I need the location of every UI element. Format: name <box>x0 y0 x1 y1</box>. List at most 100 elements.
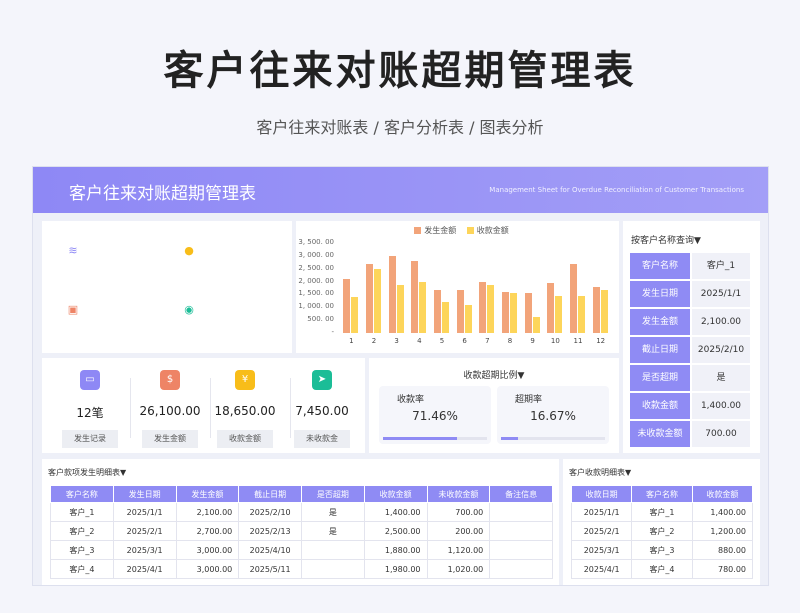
ratio-title[interactable]: 收款超期比例▼ <box>369 368 619 381</box>
table-cell: 客户_3 <box>631 540 693 560</box>
stat-value: 26,100.00 <box>139 404 201 418</box>
bar-occurred-10[interactable] <box>547 282 555 333</box>
stat-label[interactable]: 发生记录 <box>62 430 118 448</box>
banner-title: 客户往来对账超期管理表 <box>69 184 256 204</box>
table-row[interactable]: 2025/1/1 客户_1 1,400.00 <box>570 502 754 522</box>
query-row: 未收款金额 700.00 <box>630 421 750 447</box>
bar-received-5[interactable] <box>442 301 449 333</box>
query-key: 截止日期 <box>630 337 690 363</box>
bar-occurred-6[interactable] <box>456 289 464 333</box>
bar-received-3[interactable] <box>396 284 404 333</box>
table-row[interactable]: 客户_4 2025/4/1 3,000.00 2025/5/11 1,980.00 1,0… <box>50 559 553 579</box>
ratio-progress-track <box>383 437 487 440</box>
bar-received-4[interactable] <box>419 282 427 333</box>
table-cell <box>489 502 553 522</box>
kpi-value: 2笔 <box>112 262 134 277</box>
bar-received-8[interactable] <box>510 292 517 333</box>
query-key: 未收款金额 <box>630 421 690 447</box>
bar-occurred-1[interactable] <box>343 279 351 333</box>
kpi-value: 950.00 <box>216 317 262 332</box>
table-cell: 是 <box>301 521 365 541</box>
kpi-label: 超期记录 <box>104 243 141 253</box>
kpi-tile-overdue-amount[interactable]: ● 超期金额 900.00 <box>168 229 276 283</box>
bar-received-2[interactable] <box>374 268 381 333</box>
bar-occurred-8[interactable] <box>502 291 509 333</box>
kpi-tile-due-this-month[interactable]: ◉ 本月到期 950.00 <box>168 288 276 342</box>
bar-occurred-11[interactable] <box>570 263 577 333</box>
bar-received-9[interactable] <box>532 316 540 333</box>
page-subtitle: 客户往来对账表 / 客户分析表 / 图表分析 <box>256 118 544 137</box>
x-tick-label: 7 <box>485 337 490 345</box>
query-value: 2025/2/10 <box>692 337 750 363</box>
bar-received-12[interactable] <box>600 289 608 333</box>
query-row: 发生日期 2025/1/1 <box>630 281 750 307</box>
bar-occurred-3[interactable] <box>388 255 396 333</box>
table-cell: 客户_4 <box>631 559 693 579</box>
table-row[interactable]: 客户_1 2025/1/1 2,100.00 2025/2/10 是 1,400.00 70… <box>50 502 553 522</box>
stat-label[interactable]: 未收款金 <box>294 430 350 448</box>
kpi-panel: ≋ 超期记录 2笔 ● 超期金额 900.00 ▣ 今日到期 50.00 ◉ 本… <box>42 221 292 353</box>
y-tick-label: - <box>331 328 334 336</box>
bar-occurred-7[interactable] <box>479 282 487 333</box>
bar-occurred-4[interactable] <box>411 261 419 333</box>
query-key: 发生日期 <box>630 281 690 307</box>
kpi-value: 900.00 <box>216 258 262 273</box>
receipt-table-panel: 客户收款明细表▼ 收款日期 客户名称 收款金额 2025/1/1 客户_1 1,400.0… <box>563 459 760 585</box>
table-cell: 2025/2/10 <box>238 502 302 522</box>
stat-received-amount: ¥ 18,650.00 收款金额 <box>205 370 285 460</box>
ratio-label: 收款率 <box>397 395 425 405</box>
detail-table: 客户名称 发生日期 发生金额 截止日期 是否超期 收款金额 未收款金额 备注信息 客户_1 202… <box>50 485 553 579</box>
x-tick-label: 12 <box>596 337 606 345</box>
collection-rate-card: 收款率 71.46% <box>379 386 491 444</box>
receipt-table: 收款日期 客户名称 收款金额 2025/1/1 客户_1 1,400.00 2025/2/1… <box>570 485 754 579</box>
table-cell: 是 <box>301 502 365 522</box>
column-header: 发生日期 <box>112 485 177 503</box>
table-row[interactable]: 2025/4/1 客户_4 780.00 <box>570 559 754 579</box>
table-row[interactable]: 客户_3 2025/3/1 3,000.00 2025/4/10 1,880.00 1,1… <box>50 540 553 560</box>
query-row: 客户名称 客户_1 <box>630 253 750 279</box>
kpi-tile-overdue-records[interactable]: ≋ 超期记录 2笔 <box>52 229 160 283</box>
ratio-progress-fill <box>501 437 519 440</box>
bar-occurred-9[interactable] <box>524 293 532 333</box>
ratio-label: 超期率 <box>515 395 543 405</box>
bar-occurred-5[interactable] <box>434 289 441 333</box>
table-cell: 2025/4/1 <box>112 559 177 579</box>
chart-plot-area: 3, 500. 00 3, 000. 00 2, 500. 00 2, 000. 00… <box>296 221 619 353</box>
bar-occurred-12[interactable] <box>592 287 600 333</box>
kpi-label: 今日到期 <box>104 302 141 312</box>
query-title[interactable]: 按客户名称查询▼ <box>631 233 701 246</box>
id-card-icon: ▣ <box>62 298 84 320</box>
bar-received-6[interactable] <box>464 304 472 333</box>
bar-occurred-2[interactable] <box>366 263 373 333</box>
table-cell: 2,100.00 <box>175 502 240 522</box>
table-cell: 1,020.00 <box>426 559 491 579</box>
ticket-icon: ▭ <box>80 370 100 390</box>
stat-label[interactable]: 收款金额 <box>217 430 273 448</box>
x-tick-label: 3 <box>394 337 399 345</box>
kpi-tile-due-today[interactable]: ▣ 今日到期 50.00 <box>52 288 160 342</box>
table-cell <box>301 559 365 579</box>
ratio-progress-track <box>501 437 605 440</box>
dashboard-sheet: 客户往来对账超期管理表 Management Sheet for Overdue… <box>32 166 769 586</box>
stat-value: 12笔 <box>76 406 104 420</box>
stat-value: 7,450.00 <box>295 404 349 418</box>
stat-label[interactable]: 发生金额 <box>142 430 198 448</box>
bar-received-11[interactable] <box>578 295 585 333</box>
table-cell: 1,120.00 <box>426 540 491 560</box>
stat-value: 18,650.00 <box>214 404 276 418</box>
receipt-table-title[interactable]: 客户收款明细表▼ <box>569 467 631 478</box>
table-row[interactable]: 2025/3/1 客户_3 880.00 <box>570 540 754 560</box>
bar-received-7[interactable] <box>487 284 495 333</box>
query-row: 收款金额 1,400.00 <box>630 393 750 419</box>
column-header: 收款日期 <box>570 485 633 503</box>
bar-received-10[interactable] <box>555 295 563 333</box>
bar-received-1[interactable] <box>351 297 359 333</box>
table-cell <box>489 521 553 541</box>
table-row[interactable]: 客户_2 2025/2/1 2,700.00 2025/2/13 是 2,500.00 20… <box>50 521 553 541</box>
table-row[interactable]: 2025/2/1 客户_2 1,200.00 <box>570 521 754 541</box>
detail-table-title[interactable]: 客户款项发生明细表▼ <box>48 467 126 478</box>
query-value: 2,100.00 <box>692 309 750 335</box>
query-value[interactable]: 客户_1 <box>692 253 750 279</box>
query-key: 是否超期 <box>630 365 690 391</box>
banner: 客户往来对账超期管理表 Management Sheet for Overdue… <box>33 167 768 213</box>
